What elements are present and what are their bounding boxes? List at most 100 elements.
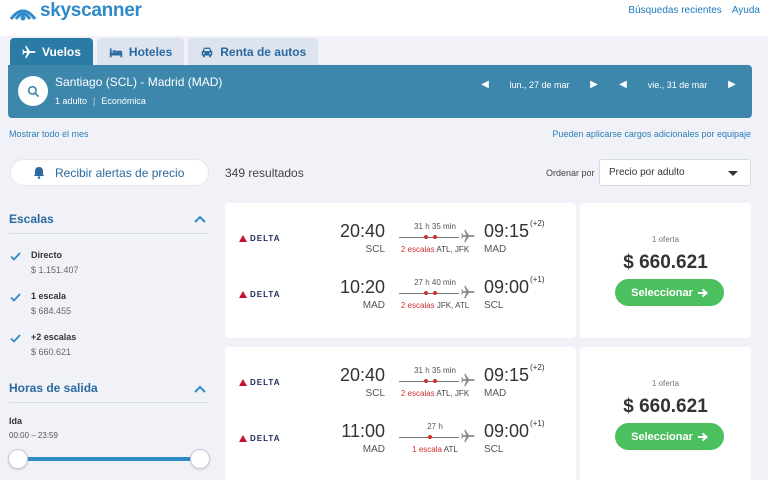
airline-name: DELTA [250,290,281,299]
departure-time: 20:40 [339,365,385,385]
return-next-day-icon[interactable]: ▶ [725,79,739,90]
delta-logo-icon [239,379,247,386]
return-prev-day-icon[interactable]: ◀ [616,79,630,90]
stops-info: 2 escalas ATL, JFK [387,389,483,398]
stops-count: 1 escala [412,445,442,454]
depart-prev-day-icon[interactable]: ◀ [478,79,492,90]
arrival-time-block: 09:00(+1) [484,275,545,298]
stop-dot [433,291,437,295]
traveller-summary[interactable]: 1 adulto | Económica [55,96,146,106]
chevron-up-icon[interactable] [194,385,206,393]
route-line [399,293,459,294]
stops-count: 2 escalas [400,389,435,398]
airline-name: DELTA [250,234,281,243]
sort-dropdown[interactable]: Precio por adulto [599,159,751,186]
stops-via: ATL, JFK [436,389,470,398]
airline-logo: DELTA [239,290,280,299]
stops-option-price: $ 684.455 [31,306,72,316]
price-alert-button[interactable]: Recibir alertas de precio [10,159,209,186]
slider-max-handle[interactable] [190,449,210,469]
stops-option-label: +2 escalas [31,332,77,342]
passenger-count: 1 adulto [55,96,88,106]
arrival-airport: MAD [484,244,507,255]
plane-icon [461,429,475,443]
stops-option-price: $ 1.151.407 [31,265,79,275]
recent-searches-link[interactable]: Búsquedas recientes [628,5,721,16]
stops-via: JFK, ATL [436,301,470,310]
divider: | [93,96,96,106]
day-offset: (+1) [530,419,545,428]
checkbox-checked-icon[interactable] [9,291,22,304]
airline-name: DELTA [250,378,281,387]
airline-name: DELTA [250,434,281,443]
price: $ 660.621 [623,252,708,273]
route-line [399,237,459,238]
stops-count: 2 escalas [400,245,435,254]
chevron-down-icon [728,171,738,176]
edit-search-button[interactable] [18,76,48,106]
price-panel: 1 oferta $ 660.621 Seleccionar [580,347,751,480]
checkbox-checked-icon[interactable] [9,332,22,345]
day-offset: (+1) [530,275,545,284]
arrival-airport: SCL [484,300,504,311]
stops-option-label: Directo [31,250,63,260]
show-whole-month-link[interactable]: Mostrar todo el mes [9,129,89,139]
stop-dot [424,379,428,383]
stops-via: ATL, JFK [436,245,470,254]
day-offset: (+2) [530,219,545,228]
baggage-fees-link[interactable]: Pueden aplicarse cargos adicionales por … [552,129,751,139]
arrival-time-block: 09:00(+1) [484,419,545,442]
delta-logo-icon [239,235,247,242]
delta-logo-icon [239,435,247,442]
offer-count: 1 oferta [651,379,680,388]
tab-hotels[interactable]: Hoteles [96,38,185,65]
chevron-up-icon[interactable] [194,215,206,223]
departure-time: 20:40 [339,221,385,241]
stops-filter-title[interactable]: Escalas [9,212,54,226]
car-icon [202,47,213,57]
tab-hotels-label: Hoteles [128,44,173,59]
select-button[interactable]: Seleccionar [615,279,724,306]
day-offset: (+2) [530,363,545,372]
tab-car-rental[interactable]: Renta de autos [188,38,319,65]
stop-dot [433,379,437,383]
arrival-time: 09:00 [484,421,530,441]
airline-logo: DELTA [239,234,280,243]
arrival-time-block: 09:15(+2) [484,219,545,242]
select-button[interactable]: Seleccionar [615,423,724,450]
slider-min-handle[interactable] [8,449,28,469]
outbound-leg: DELTA 20:40 SCL 31 h 35 min 2 escalas AT… [225,361,576,411]
itinerary-panel[interactable]: DELTA 20:40 SCL 31 h 35 min 2 escalas AT… [225,347,576,480]
price-alert-label: Recibir alertas de precio [55,165,185,180]
arrival-time: 09:15 [484,221,530,241]
depart-date[interactable]: lun., 27 de mar [492,80,587,90]
sort-label: Ordenar por [546,168,595,178]
plane-icon [22,45,36,58]
outbound-leg: DELTA 20:40 SCL 31 h 35 min 2 escalas AT… [225,217,576,267]
departure-times-filter-title[interactable]: Horas de salida [9,381,98,395]
tab-flights-label: Vuelos [42,44,81,59]
skyscanner-logo[interactable]: skyscanner [8,0,142,22]
depart-next-day-icon[interactable]: ▶ [587,79,601,90]
route-summary[interactable]: Santiago (SCL) - Madrid (MAD) [55,75,222,89]
arrival-airport: SCL [484,444,504,455]
search-summary-bar: Santiago (SCL) - Madrid (MAD) 1 adulto |… [8,65,752,118]
departure-time-slider-track[interactable] [18,457,200,461]
departure-airport: SCL [365,244,385,255]
help-link[interactable]: Ayuda [732,5,760,16]
departure-time: 11:00 [341,421,385,441]
return-date[interactable]: vie., 31 de mar [630,80,725,90]
departure-airport: MAD [362,300,385,311]
plane-icon [461,285,475,299]
stops-info: 2 escalas JFK, ATL [387,301,483,310]
select-button-label: Seleccionar [631,286,693,299]
price-panel: 1 oferta $ 660.621 Seleccionar [580,203,751,338]
checkbox-checked-icon[interactable] [9,250,22,263]
itinerary-panel[interactable]: DELTA 20:40 SCL 31 h 35 min 2 escalas AT… [225,203,576,338]
select-button-label: Seleccionar [631,430,693,443]
result-card[interactable]: DELTA 20:40 SCL 31 h 35 min 2 escalas AT… [225,347,751,480]
search-icon [27,85,39,97]
result-card[interactable]: DELTA 20:40 SCL 31 h 35 min 2 escalas AT… [225,203,751,338]
sort-selected-value: Precio por adulto [609,167,685,178]
tab-flights[interactable]: Vuelos [10,38,93,65]
